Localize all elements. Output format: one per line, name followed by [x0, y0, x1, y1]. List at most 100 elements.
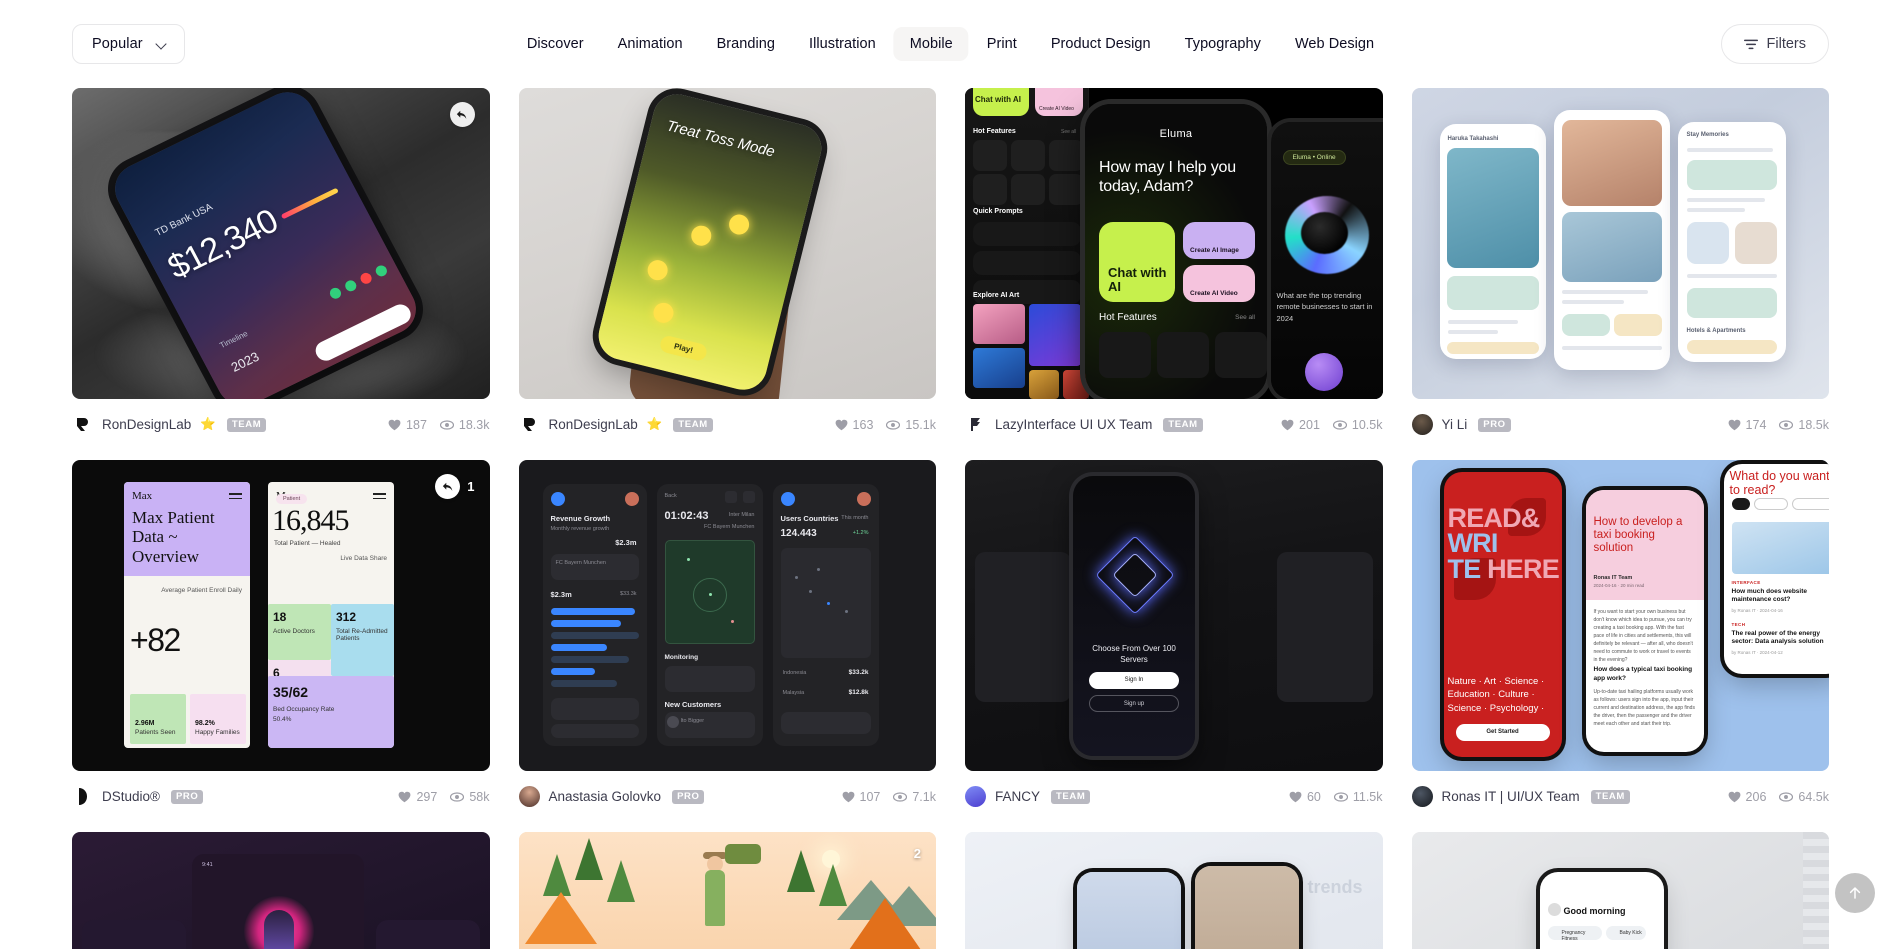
tab-mobile[interactable]: Mobile	[893, 27, 969, 61]
art-right-chip: Eluma • Online	[1282, 150, 1346, 165]
shot-thumbnail[interactable]: Chat with AI Create AI Video Hot Feature…	[965, 88, 1383, 399]
avatar	[72, 786, 93, 807]
shot-thumbnail[interactable]: Good morning Pregnancy Fitness Baby Kick	[1411, 832, 1829, 949]
art-headline: Choose From Over 100 Servers	[1092, 644, 1176, 664]
shot-author-name: FANCY	[995, 789, 1041, 804]
art-chip-a: Pregnancy Fitness	[1561, 929, 1586, 942]
scroll-to-top-button[interactable]	[1835, 873, 1875, 913]
likes-count: 206	[1745, 789, 1767, 804]
shot-author[interactable]: RonDesignLab ⭐ TEAM	[72, 414, 267, 435]
art-amount-c: $33.3k	[619, 591, 637, 597]
art-title-a: Haruka Takahashi	[1447, 136, 1499, 142]
star-icon: ⭐	[646, 417, 663, 432]
shot-thumbnail[interactable]: Treat Toss Mode Play!	[518, 88, 936, 399]
shot-stats: 187 18.3k	[388, 418, 490, 432]
shot-meta: DStudio® PRO 297 58k	[72, 771, 490, 811]
art-third-title: What do you want to read?	[1729, 469, 1830, 497]
shot-author-name: RonDesignLab	[102, 417, 192, 432]
shot-thumbnail[interactable]: Revenue Growth Monthly revenue growth $2…	[518, 460, 936, 771]
art-categories: Nature · Art · Science · Education · Cul…	[1447, 675, 1545, 714]
shot-thumbnail[interactable]: 9:41	[72, 832, 490, 949]
shot-pro-tag: PRO	[672, 789, 705, 804]
sort-dropdown[interactable]: Popular	[72, 24, 185, 64]
art-country-a: Indonesia	[782, 670, 807, 676]
shot-team-tag: TEAM	[673, 417, 713, 432]
art-customer: Ito Bigger	[680, 718, 705, 724]
shot-thumbnail[interactable]: We follow trends Today	[965, 832, 1383, 949]
art-avg-label: Average Patient Enroll Daily	[161, 587, 242, 594]
shot-thumbnail[interactable]: 2	[518, 832, 936, 949]
shot-card[interactable]: Treat Toss Mode Play! RonDesignLab ⭐ TEA…	[518, 88, 936, 439]
shot-author[interactable]: DStudio® PRO	[72, 786, 204, 807]
views-stat: 58k	[450, 790, 490, 804]
shot-author[interactable]: RonDesignLab ⭐ TEAM	[518, 414, 713, 435]
eye-icon	[1779, 791, 1794, 802]
art-users-value: 124.443	[780, 528, 817, 539]
shot-author[interactable]: Anastasia Golovko PRO	[518, 786, 705, 807]
tab-product-design[interactable]: Product Design	[1035, 27, 1167, 61]
shot-card[interactable]: READ& WRI TE HERE Nature · Art · Science…	[1411, 460, 1830, 811]
filters-button-label: Filters	[1766, 36, 1806, 52]
shot-artwork-vpn: Choose From Over 100 Servers Sign In Sig…	[965, 460, 1383, 771]
shot-author-name: Anastasia Golovko	[548, 789, 662, 804]
tab-discover[interactable]: Discover	[511, 27, 600, 61]
views-stat: 18.3k	[439, 418, 490, 432]
shots-grid: TD Bank USA $12,340 Timeline 2023 RonDes…	[0, 88, 1901, 949]
shot-card[interactable]: We follow trends Today	[965, 832, 1383, 949]
art-article-h2: How does a typical taxi booking app work…	[1593, 666, 1693, 682]
shot-card[interactable]: Haruka Takahashi Stay Memories Hotels & …	[1411, 88, 1829, 439]
art-readmitted-label: Total Re-Admitted Patients	[336, 628, 388, 642]
shot-artwork-analytics: Revenue Growth Monthly revenue growth $2…	[518, 460, 936, 771]
likes-stat: 206	[1728, 789, 1767, 804]
likes-count: 297	[416, 789, 438, 804]
tab-typography[interactable]: Typography	[1169, 27, 1277, 61]
views-count: 18.5k	[1798, 417, 1829, 432]
art-side-tile-chat: Chat with AI	[975, 95, 1021, 104]
eye-icon	[1779, 419, 1794, 430]
art-logo: Max	[132, 490, 153, 502]
shot-card[interactable]: Chat with AI Create AI Video Hot Feature…	[965, 88, 1383, 439]
shot-thumbnail[interactable]: Max Max Patient Data ~ Overview Average …	[72, 460, 490, 771]
shot-card[interactable]: Good morning Pregnancy Fitness Baby Kick	[1411, 832, 1829, 949]
tab-web-design[interactable]: Web Design	[1279, 27, 1390, 61]
shot-card[interactable]: Choose From Over 100 Servers Sign In Sig…	[965, 460, 1383, 811]
tab-branding[interactable]: Branding	[701, 27, 791, 61]
heart-icon	[1728, 419, 1740, 430]
shot-stats: 163 15.1k	[835, 418, 936, 432]
shot-thumbnail[interactable]: READ& WRI TE HERE Nature · Art · Science…	[1411, 460, 1830, 771]
art-title-c: Hotels & Apartments	[1686, 328, 1746, 334]
shot-thumbnail[interactable]: TD Bank USA $12,340 Timeline 2023	[72, 88, 490, 399]
shot-card[interactable]: Revenue Growth Monthly revenue growth $2…	[518, 460, 936, 811]
filters-button[interactable]: Filters	[1720, 24, 1829, 64]
shot-stats: 107 7.1k	[842, 790, 936, 804]
sort-dropdown-label: Popular	[92, 36, 143, 52]
filter-icon	[1743, 39, 1758, 49]
shot-author[interactable]: Ronas IT | UI/UX Team TEAM	[1411, 786, 1630, 807]
shot-stats: 297 58k	[398, 789, 490, 804]
tab-illustration[interactable]: Illustration	[793, 27, 892, 61]
art-brand: Eluma	[1159, 128, 1193, 140]
shot-thumbnail[interactable]: Choose From Over 100 Servers Sign In Sig…	[965, 460, 1383, 771]
shot-author[interactable]: FANCY TEAM	[965, 786, 1091, 807]
shot-author-name: LazyInterface UI UX Team	[995, 417, 1153, 432]
art-beds-label: Bed Occupancy Rate	[273, 706, 335, 713]
art-article-title: How to develop a taxi booking solution	[1593, 516, 1683, 555]
tab-animation[interactable]: Animation	[602, 27, 699, 61]
art-beds: 35/62	[273, 684, 309, 700]
avatar	[72, 414, 93, 435]
shot-card[interactable]: TD Bank USA $12,340 Timeline 2023 RonDes…	[72, 88, 490, 439]
tab-print[interactable]: Print	[971, 27, 1033, 61]
shot-card[interactable]: Max Max Patient Data ~ Overview Average …	[72, 460, 490, 811]
shot-author[interactable]: LazyInterface UI UX Team TEAM	[965, 414, 1203, 435]
art-match: Inter Milan	[728, 512, 755, 518]
shot-multishot-badge: 1	[435, 474, 475, 499]
shot-artwork-music: We follow trends Today	[965, 832, 1383, 949]
shot-card[interactable]: 9:41	[72, 832, 490, 949]
shot-team-tag: TEAM	[226, 417, 267, 432]
shot-artwork-travel: Haruka Takahashi Stay Memories Hotels & …	[1411, 88, 1829, 399]
shot-author[interactable]: Yi Li PRO	[1411, 414, 1511, 435]
heart-icon	[1728, 791, 1740, 802]
shot-card[interactable]: 2	[518, 832, 936, 949]
art-amount-b: $2.3m	[550, 590, 572, 599]
shot-thumbnail[interactable]: Haruka Takahashi Stay Memories Hotels & …	[1411, 88, 1829, 399]
